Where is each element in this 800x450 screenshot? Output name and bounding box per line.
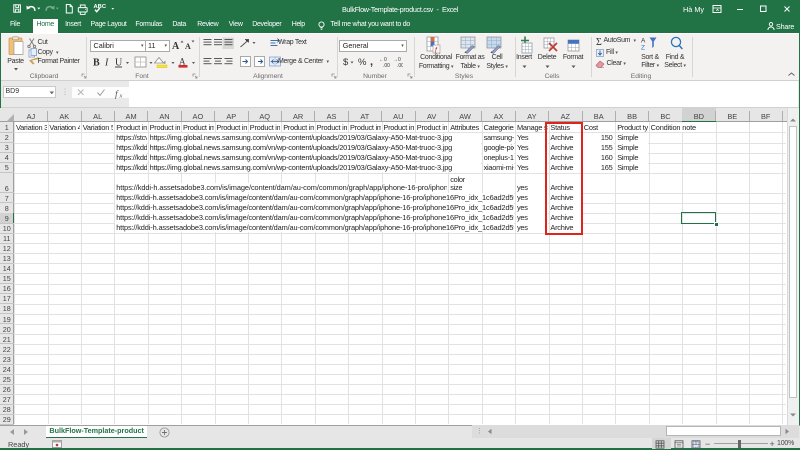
svg-text:ABC: ABC [94,4,107,10]
svg-text:I: I [104,58,109,69]
svg-text:.00: .00 [383,63,390,69]
svg-text:A: A [172,41,180,51]
svg-text:Z: Z [641,45,645,51]
svg-text:f: f [115,89,119,99]
svg-text:$: $ [343,57,349,68]
svg-text:B: B [93,58,100,69]
svg-text:ƒ: ƒ [435,48,438,54]
svg-text:Σ: Σ [596,37,602,46]
svg-text:A: A [185,42,191,51]
svg-text:,: , [370,56,373,68]
svg-text:%: % [358,57,367,68]
svg-text:x: x [119,92,123,99]
svg-text:A: A [641,38,646,45]
